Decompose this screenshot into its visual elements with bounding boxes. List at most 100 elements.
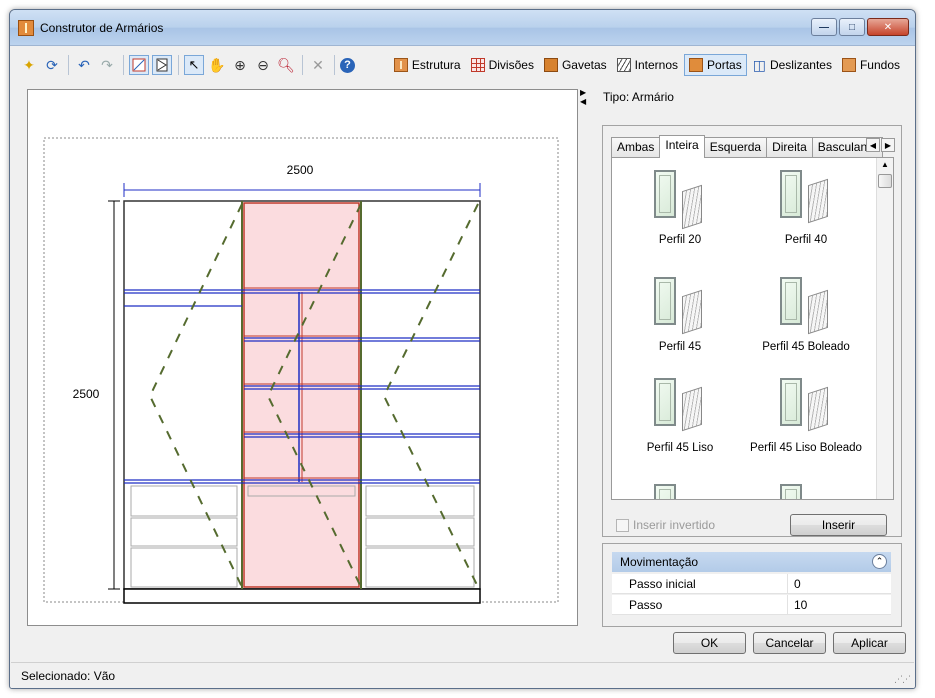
collapse-up-icon[interactable]: ⌃ [872,554,887,569]
movement-panel: Movimentação ⌃ Passo inicial 0 Passo 10 [602,543,902,627]
property-row[interactable]: Passo inicial 0 [612,574,891,594]
divisoes-button[interactable]: Divisões [467,54,538,76]
profile-thumbnail [616,166,744,230]
profile-thumbnail [616,273,744,335]
property-value[interactable]: 0 [787,574,801,593]
window-title: Construtor de Armários [40,21,164,35]
delete-icon[interactable]: ✕ [308,55,328,75]
estrutura-icon [393,58,408,72]
zoom-out-icon[interactable]: ⊖ [253,55,273,75]
profile-thumbnail [742,273,870,335]
profile-gallery[interactable]: Perfil 20 Perfil 40 Perfil 45 Perfil 45 … [611,157,894,500]
cancel-button[interactable]: Cancelar [753,632,826,654]
gallery-item[interactable]: Perfil 45 Liso [616,374,744,454]
toolbar: ✦ ⟳ ↶ ↷ ↖ ✋ ⊕ ⊖ 🔍︎ ✕ ? Estrutura Divisõe… [11,50,914,80]
tab-direita[interactable]: Direita [766,137,813,157]
door-types-panel: Ambas Inteira Esquerda Direita Basculant… [602,125,902,537]
minimize-button[interactable]: — [811,18,837,36]
gallery-item[interactable]: Perfil 45 Liso Boleado [742,374,870,454]
scroll-up-icon[interactable]: ▲ [879,160,891,172]
close-button[interactable]: ✕ [867,18,909,36]
new-icon[interactable]: ✦ [19,55,39,75]
movement-header[interactable]: Movimentação ⌃ [612,552,891,572]
tab-scroll-buttons: ◀ ▶ [866,138,895,152]
internos-button[interactable]: Internos [613,54,682,76]
gallery-item-label: Perfil 40 [784,234,828,246]
gallery-scrollbar[interactable]: ▲ [876,158,893,499]
height-label: 2500 [73,387,100,401]
tab-scroll-left-icon[interactable]: ◀ [866,138,880,152]
door-mode-glyph [132,58,146,72]
panel-mode-icon[interactable] [152,55,172,75]
gallery-item-label: Perfil 45 Boleado [762,341,850,353]
constructor-window: Construtor de Armários — □ ✕ ✦ ⟳ ↶ ↷ ↖ ✋… [9,9,916,689]
collapse-arrows-icon[interactable]: ▶ ◀ [580,88,586,106]
fundos-icon [841,58,856,72]
gallery-item[interactable]: Perfil 45 Boleado [742,273,870,353]
deslizantes-button[interactable]: ◫ Deslizantes [749,54,836,76]
toolbar-separator [334,55,335,75]
portas-button[interactable]: Portas [684,54,747,76]
property-value[interactable]: 10 [787,595,807,614]
scroll-thumb[interactable] [878,174,892,188]
profile-thumbnail [742,166,870,228]
gallery-item[interactable] [616,480,744,499]
estrutura-label: Estrutura [411,58,461,72]
property-key: Passo inicial [629,577,696,591]
tab-ambas[interactable]: Ambas [611,137,661,157]
insert-button[interactable]: Inserir [790,514,887,536]
zoom-extent-icon[interactable]: ⊕ [230,55,250,75]
tab-inteira[interactable]: Inteira [659,135,705,158]
status-bar: Selecionado: Vão ⋰⋰ [11,662,914,688]
help-icon[interactable]: ? [340,57,355,73]
undo-icon[interactable]: ↶ [74,55,94,75]
property-row[interactable]: Passo 10 [612,595,891,615]
gallery-item-label: Perfil 45 Liso [646,442,714,454]
internos-label: Internos [634,58,679,72]
divisoes-label: Divisões [488,58,534,72]
ok-button[interactable]: OK [673,632,746,654]
insert-inverted-checkbox[interactable]: Inserir invertido [616,518,715,532]
door-mode-icon[interactable] [129,55,149,75]
tab-esquerda[interactable]: Esquerda [703,137,768,157]
gallery-item[interactable] [742,480,870,499]
apply-button[interactable]: Aplicar [833,632,906,654]
cabinet-drawing[interactable]: 2500 2500 [28,90,579,627]
gavetas-label: Gavetas [561,58,607,72]
tipo-label: Tipo: Armário [603,90,674,104]
gallery-item-label: Perfil 45 Liso Boleado [750,442,862,454]
gallery-item[interactable]: Perfil 40 [742,166,870,246]
fundos-button[interactable]: Fundos [838,54,904,76]
drawing-canvas[interactable]: 2500 2500 [27,89,578,626]
checkbox-box[interactable] [616,518,629,532]
hand-add-icon[interactable]: ✋ [207,55,227,75]
panel-mode-glyph [156,58,168,72]
toolbar-separator [302,55,303,75]
estrutura-button[interactable]: Estrutura [390,54,465,76]
maximize-button[interactable]: □ [839,18,865,36]
deslizantes-label: Deslizantes [769,58,832,72]
profile-thumbnail [742,480,870,499]
gallery-item[interactable]: Perfil 45 [616,273,744,353]
title-bar[interactable]: Construtor de Armários — □ ✕ [10,10,915,46]
cabinet-base [123,588,481,604]
zoom-in-icon[interactable]: 🔍︎ [276,55,296,75]
gallery-item-label: Perfil 20 [658,234,702,246]
movement-title: Movimentação [620,555,699,569]
property-key: Passo [629,598,663,612]
status-text: Selecionado: Vão [21,669,116,683]
refresh-icon[interactable]: ⟳ [42,55,62,75]
resize-grip-icon[interactable]: ⋰⋰ [894,674,911,685]
internos-icon [616,58,631,72]
tab-scroll-right-icon[interactable]: ▶ [881,138,895,152]
select-icon[interactable]: ↖ [184,55,204,75]
portas-icon [689,58,704,72]
insert-inverted-label: Inserir invertido [633,518,716,532]
gallery-item[interactable]: Perfil 20 [616,166,744,246]
door-type-tabs: Ambas Inteira Esquerda Direita Basculant… [611,135,884,158]
redo-icon[interactable]: ↷ [97,55,117,75]
gavetas-button[interactable]: Gavetas [540,54,611,76]
toolbar-separator [68,55,69,75]
gavetas-icon [543,58,558,72]
app-cabinet-icon [18,20,34,36]
